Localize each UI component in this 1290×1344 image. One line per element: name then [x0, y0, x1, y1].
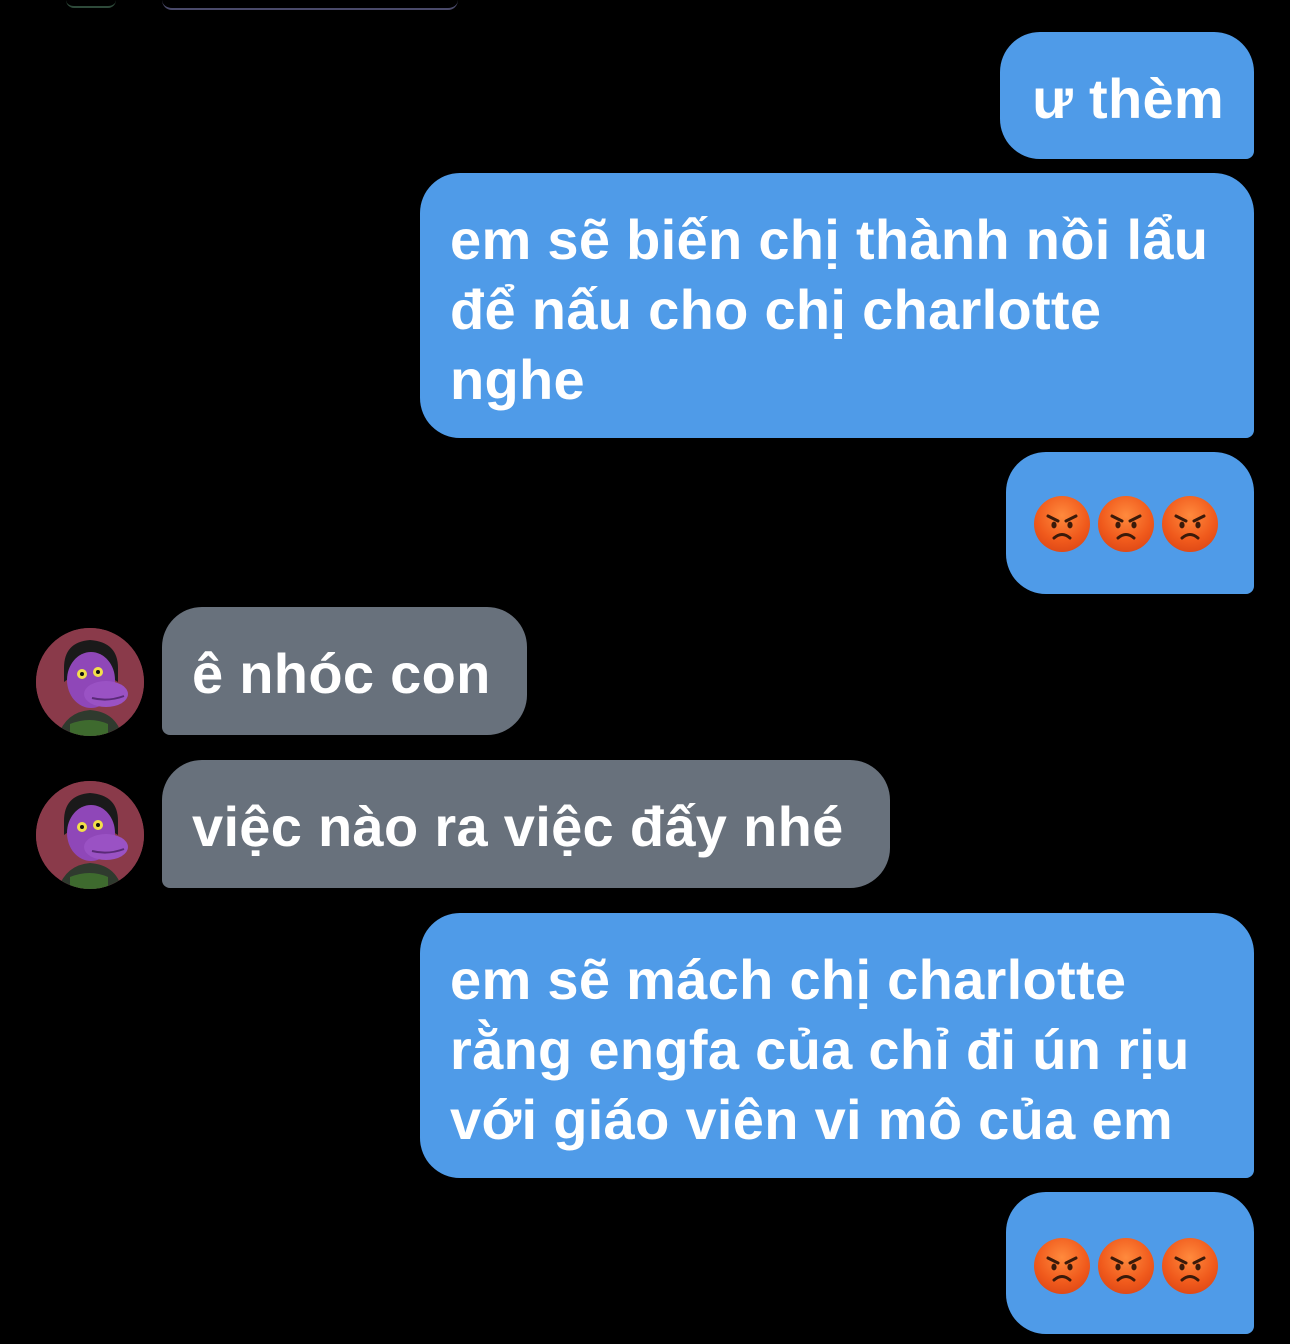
previous-bubble-edge — [162, 0, 458, 10]
angry-face-icon — [1162, 1238, 1218, 1294]
outgoing-message-bubble[interactable]: em sẽ biến chị thành nồi lẩu để nấu cho … — [420, 173, 1254, 438]
purple-character-avatar-icon — [36, 628, 144, 736]
emoji-row — [1034, 496, 1218, 552]
outgoing-emoji-bubble[interactable] — [1006, 1192, 1254, 1334]
message-text: để nấu cho chị charlotte — [450, 278, 1102, 341]
angry-face-icon — [1098, 496, 1154, 552]
contact-avatar[interactable] — [36, 628, 144, 736]
angry-face-icon — [1098, 1238, 1154, 1294]
message-text: em sẽ biến chị thành nồi lẩu — [450, 208, 1209, 271]
message-text: nghe — [450, 348, 585, 411]
outgoing-message-bubble[interactable]: ư thèm — [1000, 32, 1254, 159]
previous-avatar-edge — [66, 0, 116, 8]
purple-character-avatar-icon — [36, 781, 144, 889]
emoji-row — [1034, 1238, 1218, 1294]
message-text: việc nào ra việc đấy nhé — [192, 795, 844, 858]
incoming-message-bubble[interactable]: việc nào ra việc đấy nhé — [162, 760, 890, 888]
outgoing-message-bubble[interactable]: em sẽ mách chị charlotte rằng engfa của … — [420, 913, 1254, 1178]
message-text: ê nhóc con — [192, 642, 491, 705]
angry-face-icon — [1034, 1238, 1090, 1294]
message-text: em sẽ mách chị charlotte — [450, 948, 1127, 1011]
incoming-message-bubble[interactable]: ê nhóc con — [162, 607, 527, 735]
message-text: với giáo viên vi mô của em — [450, 1088, 1173, 1151]
angry-face-icon — [1034, 496, 1090, 552]
outgoing-emoji-bubble[interactable] — [1006, 452, 1254, 594]
contact-avatar[interactable] — [36, 781, 144, 889]
message-text: ư thèm — [1032, 67, 1224, 130]
angry-face-icon — [1162, 496, 1218, 552]
message-text: rằng engfa của chỉ đi ún rịu — [450, 1018, 1190, 1081]
